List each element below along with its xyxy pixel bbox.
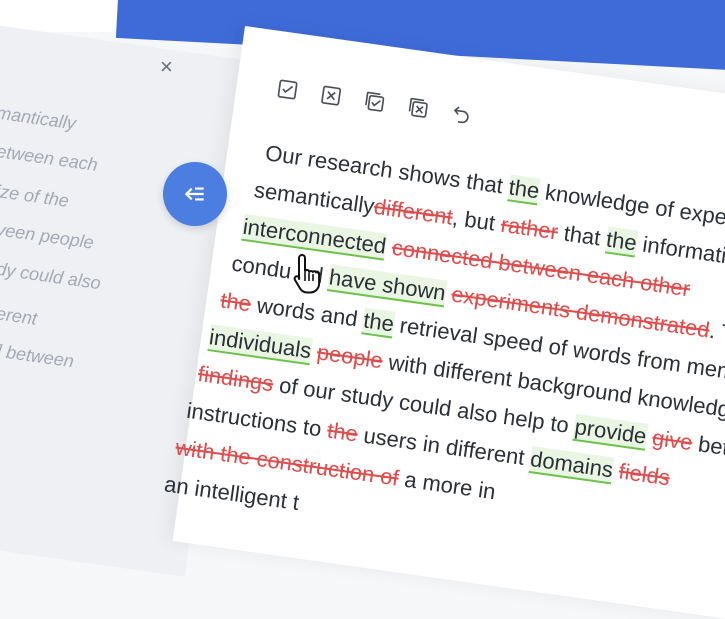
close-icon[interactable]: × — [160, 56, 182, 78]
reject-all-icon[interactable] — [406, 95, 431, 120]
insertion[interactable]: provide — [572, 413, 649, 451]
deletion[interactable]: different — [372, 194, 454, 230]
hand-pointer-icon — [290, 252, 326, 296]
collapse-arrow-icon — [184, 187, 204, 201]
deletion[interactable]: give — [651, 425, 694, 455]
deletion[interactable]: the — [219, 287, 253, 316]
accept-icon[interactable] — [275, 77, 300, 102]
deletion[interactable]: fields — [617, 458, 671, 490]
deletion[interactable]: findings — [196, 361, 275, 396]
collapse-button[interactable] — [163, 162, 227, 226]
deletion[interactable]: the — [326, 418, 360, 447]
deletion[interactable]: rather — [499, 212, 559, 245]
insertion[interactable]: individuals — [207, 324, 313, 366]
deletion[interactable]: people — [315, 339, 384, 373]
insertion[interactable]: have shown — [327, 264, 448, 308]
text-line: an intelligent t — [162, 471, 301, 516]
insertion[interactable]: the — [604, 226, 639, 258]
insertion[interactable]: domains — [528, 446, 615, 485]
reject-icon[interactable] — [319, 83, 344, 108]
accept-all-icon[interactable] — [362, 89, 387, 114]
undo-icon[interactable] — [449, 102, 474, 127]
insertion[interactable]: the — [361, 307, 396, 339]
editor-scene: × mantically etween each ize of the veen… — [0, 0, 725, 619]
editor-panel: Our research shows that the knowledge of… — [163, 26, 725, 619]
insertion[interactable]: the — [506, 174, 542, 206]
